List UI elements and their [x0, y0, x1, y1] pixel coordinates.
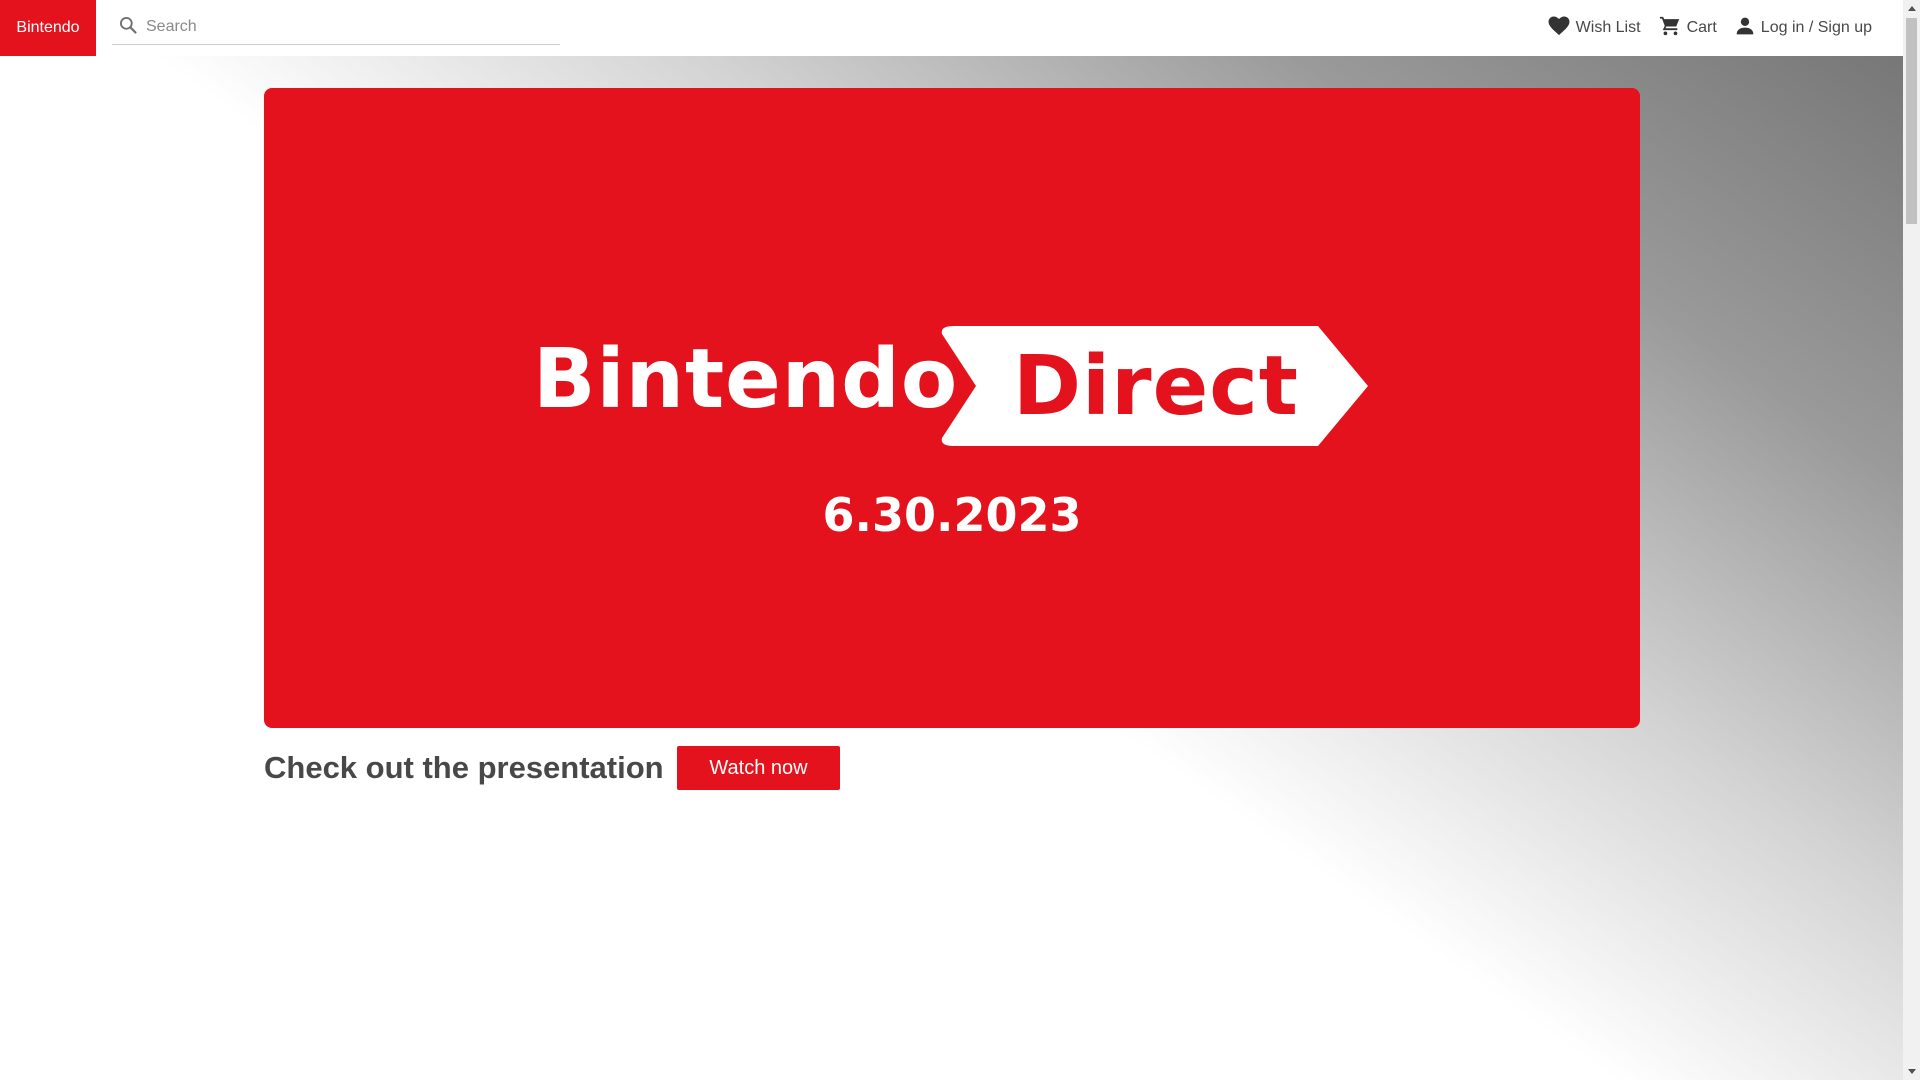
hero-banner[interactable]: Bintendo Direct 6.30.2023: [264, 88, 1640, 728]
search-icon: [112, 15, 138, 40]
hero-date: 6.30.2023: [822, 488, 1082, 542]
scroll-up-icon[interactable]: [1903, 0, 1920, 17]
wishlist-label: Wish List: [1575, 19, 1641, 36]
header-nav: Wish List Cart Log in / Sign up: [1548, 0, 1872, 56]
hero-tag-text: Direct: [1012, 338, 1300, 434]
site-logo[interactable]: Bintendo: [0, 0, 96, 56]
cart-label: Cart: [1686, 19, 1717, 36]
watch-now-button[interactable]: Watch now: [677, 746, 840, 790]
site-header: Bintendo Wish List Cart Log in / Sign up: [0, 0, 1903, 56]
search-input[interactable]: [146, 18, 546, 36]
search-bar: [112, 10, 560, 45]
scrollbar-thumb[interactable]: [1906, 18, 1917, 224]
login-link[interactable]: Log in / Sign up: [1735, 16, 1872, 41]
heart-icon: [1548, 15, 1570, 41]
cart-icon: [1659, 15, 1681, 42]
user-icon: [1735, 16, 1755, 41]
vertical-scrollbar[interactable]: [1903, 0, 1920, 1080]
wishlist-link[interactable]: Wish List: [1548, 15, 1641, 41]
hero-title-word: Bintendo: [533, 332, 959, 427]
login-label: Log in / Sign up: [1760, 19, 1872, 36]
scroll-down-icon[interactable]: [1903, 1063, 1920, 1080]
hero-title-tag: Direct: [936, 326, 1368, 446]
cta-title: Check out the presentation: [264, 750, 664, 785]
logo-text: Bintendo: [16, 19, 80, 36]
cart-link[interactable]: Cart: [1659, 15, 1717, 42]
